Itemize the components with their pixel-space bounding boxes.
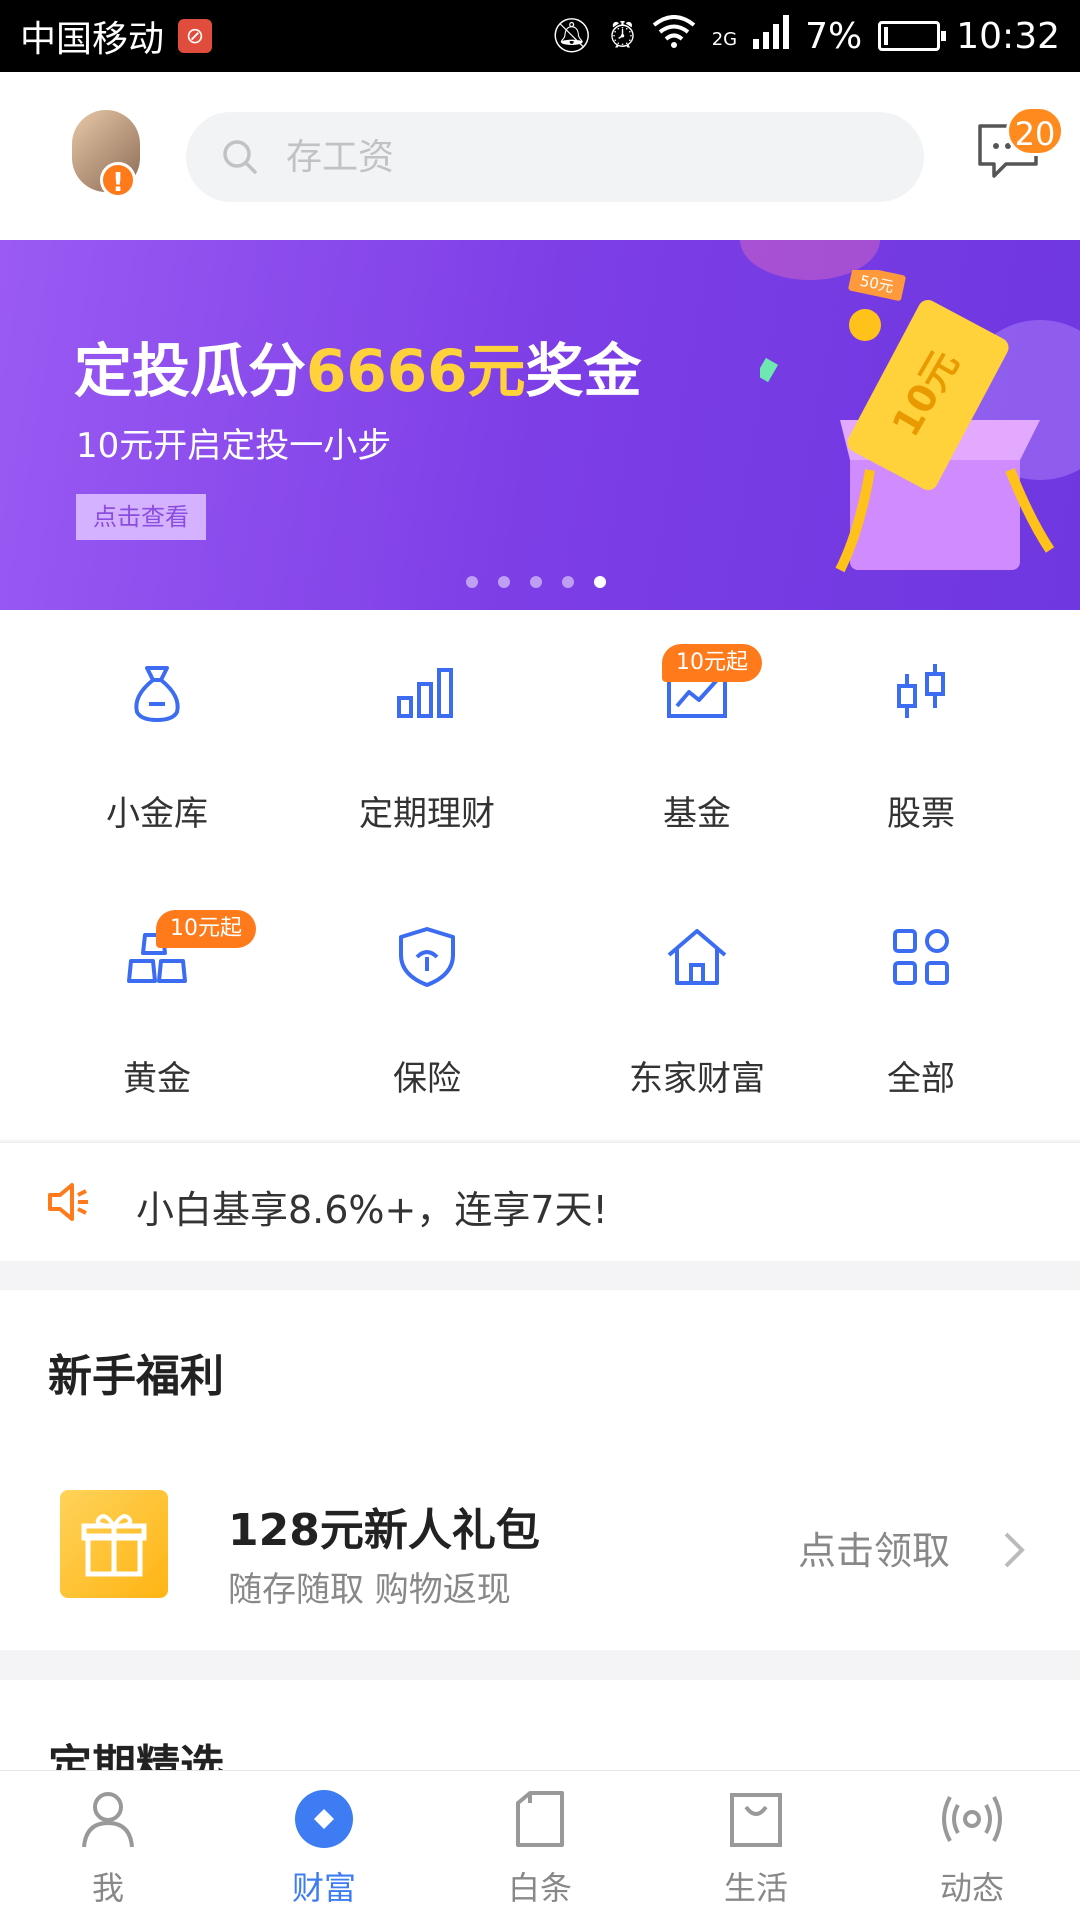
tab-wealth[interactable]: 财富 [216, 1771, 432, 1921]
chevron-right-icon [1004, 1532, 1025, 1568]
tab-label: 财富 [291, 1869, 356, 1907]
carousel-dot[interactable] [498, 576, 510, 588]
tab-life[interactable]: 生活 [648, 1771, 864, 1921]
notice-text: 小白基享8.6%+，连享7天! [136, 1188, 608, 1232]
newbie-section: 新手福利 128元新人礼包 随存随取 购物返现 点击领取 [0, 1290, 1080, 1650]
banner-title-suffix: 奖金 [525, 337, 642, 405]
fund-promo-tag: 10元起 [662, 644, 762, 682]
fixed-selection-section: 定期精选 [0, 1680, 1080, 1770]
gift-icon [60, 1490, 168, 1598]
function-grid: 小金库 定期理财 基金 10元起 股票 黄金 10元起 保险 东家财富 全部 [0, 610, 1080, 1140]
battery-percent: 7% [805, 15, 863, 57]
grid-item-all[interactable]: 全部 [786, 875, 1056, 1140]
wifi-icon [652, 14, 696, 58]
banner-title-prefix: 定投瓜分 [74, 337, 307, 405]
carousel-dot[interactable] [562, 576, 574, 588]
carousel-dot[interactable] [530, 576, 542, 588]
tab-me[interactable]: 我 [0, 1771, 216, 1921]
person-icon [82, 1792, 134, 1848]
promo-banner[interactable]: 定投瓜分6666元奖金 10元开启定投一小步 点击查看 10元 50元 [0, 240, 1080, 610]
shield-icon [399, 927, 455, 987]
banner-view-button[interactable]: 点击查看 [76, 494, 206, 540]
speaker-icon [48, 1183, 88, 1221]
carousel-dot[interactable] [466, 576, 478, 588]
notice-bar[interactable]: 小白基享8.6%+，连享7天! [0, 1142, 1080, 1261]
top-header: ! 20 [0, 72, 1080, 240]
grid-item-gold[interactable]: 黄金 [22, 875, 292, 1140]
search-input[interactable] [284, 135, 848, 179]
wealth-icon [295, 1790, 353, 1848]
battery-icon [878, 21, 947, 51]
gift-pack-subtitle: 随存随取 购物返现 [228, 1570, 511, 1610]
grid-item-xiaojinku[interactable]: 小金库 [22, 610, 292, 875]
warning-badge-icon: ! [100, 162, 136, 198]
grid-item-stock[interactable]: 股票 [786, 610, 1056, 875]
tab-label: 白条 [507, 1869, 572, 1907]
status-bar: 中国移动 ⊘ 🔕︎ ⏰︎ 2G 7% 10:32 [0, 0, 1080, 72]
signal-icon [753, 14, 790, 58]
claim-button[interactable]: 点击领取 [798, 1520, 950, 1575]
section-title: 新手福利 [48, 1351, 224, 1402]
card-icon [516, 1791, 564, 1847]
grid-item-label: 小金库 [106, 794, 208, 834]
shopping-bag-icon [730, 1793, 782, 1847]
gold-promo-tag: 10元起 [156, 910, 256, 948]
tab-label: 我 [91, 1869, 124, 1907]
grid-item-dingqi[interactable]: 定期理财 [292, 610, 562, 875]
banner-title-highlight: 6666元 [306, 337, 526, 405]
section-title: 定期精选 [48, 1741, 224, 1770]
tab-label: 动态 [939, 1869, 1004, 1907]
gift-pack-title: 128元新人礼包 [228, 1505, 540, 1556]
carrier-label: 中国移动 [20, 19, 165, 60]
grid-icon [893, 929, 949, 985]
grid-item-label: 定期理财 [359, 794, 495, 834]
app-notification-icon: ⊘ [178, 19, 213, 53]
money-bag-icon [134, 666, 180, 722]
grid-item-label: 黄金 [123, 1059, 191, 1099]
bottom-tab-bar: 我 财富 白条 生活 动态 [0, 1770, 1080, 1921]
house-icon [667, 929, 727, 985]
grid-item-insurance[interactable]: 保险 [292, 875, 562, 1140]
candlestick-icon [897, 664, 945, 718]
gift-box-illustration: 10元 50元 [760, 270, 1055, 573]
carousel-dots [466, 576, 606, 588]
tab-baitiao[interactable]: 白条 [432, 1771, 648, 1921]
grid-item-label: 保险 [393, 1059, 461, 1099]
network-type: 2G [711, 28, 738, 50]
tab-label: 生活 [723, 1869, 788, 1907]
banner-subtitle: 10元开启定投一小步 [76, 426, 392, 466]
clock: 10:32 [956, 15, 1060, 57]
grid-item-label: 全部 [887, 1059, 955, 1099]
grid-item-label: 股票 [887, 794, 955, 834]
tab-dynamic[interactable]: 动态 [864, 1771, 1080, 1921]
search-icon [223, 140, 257, 174]
alarm-icon: ⏰︎ [609, 16, 636, 56]
bar-chart-icon [397, 668, 453, 718]
message-count-badge: 20 [1006, 106, 1064, 156]
search-bar[interactable] [186, 112, 924, 202]
mute-icon: 🔕︎ [550, 16, 594, 56]
banner-title: 定投瓜分6666元奖金 [74, 324, 641, 408]
broadcast-icon [942, 1796, 1002, 1842]
carousel-dot-active[interactable] [594, 576, 606, 588]
